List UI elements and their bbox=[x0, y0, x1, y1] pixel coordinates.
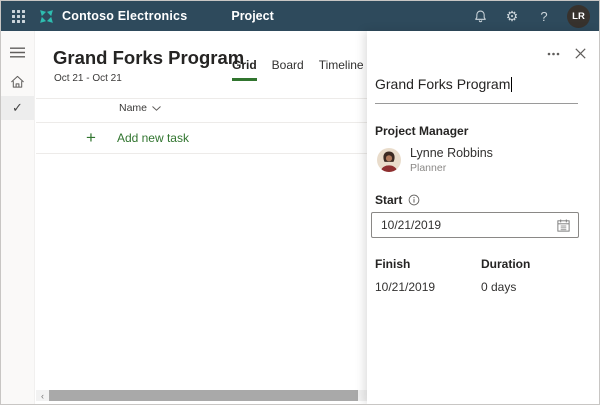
finish-label: Finish bbox=[375, 257, 411, 271]
app-name-label[interactable]: Project bbox=[231, 9, 273, 23]
finish-value: 10/21/2019 bbox=[375, 280, 436, 294]
task-details-panel: Grand Forks Program Project Manager Lynn… bbox=[367, 31, 599, 404]
project-date-range: Oct 21 - Oct 21 bbox=[54, 73, 122, 84]
calendar-icon[interactable] bbox=[556, 218, 571, 233]
start-field-label-row: Start bbox=[375, 193, 420, 207]
info-icon[interactable] bbox=[408, 194, 420, 206]
nav-menu-hamburger-icon[interactable] bbox=[1, 38, 34, 67]
view-tabs: Grid Board Timeline bbox=[232, 58, 364, 81]
person-name: Lynne Robbins bbox=[410, 146, 493, 160]
help-icon[interactable]: ? bbox=[528, 1, 560, 31]
more-options-icon[interactable] bbox=[547, 52, 560, 56]
left-navigation-rail: ✓ bbox=[1, 31, 35, 404]
person-avatar bbox=[377, 148, 401, 172]
horizontal-scrollbar: ‹ bbox=[36, 390, 367, 401]
duration-field: Duration 0 days bbox=[481, 257, 587, 294]
nav-home-icon[interactable] bbox=[1, 67, 34, 96]
project-name-value: Grand Forks Program bbox=[375, 76, 511, 92]
project-manager-label: Project Manager bbox=[375, 124, 469, 138]
page-title: Grand Forks Program bbox=[53, 47, 245, 68]
notifications-bell-icon[interactable] bbox=[464, 1, 496, 31]
project-name-input[interactable]: Grand Forks Program bbox=[375, 76, 578, 104]
scroll-left-arrow[interactable]: ‹ bbox=[36, 390, 49, 401]
add-new-task-label: Add new task bbox=[116, 130, 189, 145]
tab-grid[interactable]: Grid bbox=[232, 58, 257, 81]
suite-header-actions: ⚙ ? LR bbox=[464, 1, 599, 31]
waffle-grid bbox=[11, 9, 25, 23]
project-app-window: Contoso Electronics Project ⚙ ? LR ✓ Gra… bbox=[0, 0, 600, 405]
panel-commands bbox=[547, 48, 586, 59]
close-icon[interactable] bbox=[575, 48, 586, 59]
contoso-pinwheel-logo-icon bbox=[38, 8, 55, 25]
scrollbar-thumb[interactable] bbox=[49, 390, 358, 401]
main-content: Grand Forks Program Oct 21 - Oct 21 Grid… bbox=[36, 31, 367, 404]
brand-home-link[interactable]: Contoso Electronics bbox=[38, 8, 187, 25]
grid-header-top-divider bbox=[36, 98, 367, 99]
check-glyph: ✓ bbox=[12, 100, 23, 115]
finish-duration-section: Finish 10/21/2019 Duration 0 days bbox=[375, 257, 587, 294]
person-text: Lynne Robbins Planner bbox=[410, 146, 493, 174]
grid-row-divider-2 bbox=[36, 153, 367, 154]
add-new-task-button[interactable]: + Add new task bbox=[86, 123, 189, 152]
chevron-down-icon bbox=[152, 105, 161, 111]
tab-board[interactable]: Board bbox=[272, 58, 304, 81]
start-date-input[interactable]: 10/21/2019 bbox=[371, 212, 579, 238]
duration-label: Duration bbox=[481, 257, 531, 271]
account-avatar[interactable]: LR bbox=[567, 4, 590, 28]
start-date-value: 10/21/2019 bbox=[381, 218, 442, 232]
column-header-label: Name bbox=[119, 102, 148, 114]
finish-field: Finish 10/21/2019 bbox=[375, 257, 481, 294]
start-label: Start bbox=[375, 193, 403, 207]
project-manager-person-card[interactable]: Lynne Robbins Planner bbox=[377, 146, 493, 174]
column-header-name[interactable]: Name bbox=[119, 102, 161, 114]
person-role: Planner bbox=[410, 162, 447, 174]
text-caret bbox=[511, 77, 513, 92]
plus-icon: + bbox=[86, 128, 96, 147]
nav-tasks-check-icon[interactable]: ✓ bbox=[1, 96, 34, 120]
suite-header: Contoso Electronics Project ⚙ ? LR bbox=[1, 1, 599, 31]
tab-timeline[interactable]: Timeline bbox=[319, 58, 364, 81]
brand-name: Contoso Electronics bbox=[62, 9, 188, 23]
app-launcher-waffle-icon[interactable] bbox=[1, 1, 35, 31]
settings-gear-icon[interactable]: ⚙ bbox=[496, 1, 528, 31]
duration-value: 0 days bbox=[481, 280, 517, 294]
